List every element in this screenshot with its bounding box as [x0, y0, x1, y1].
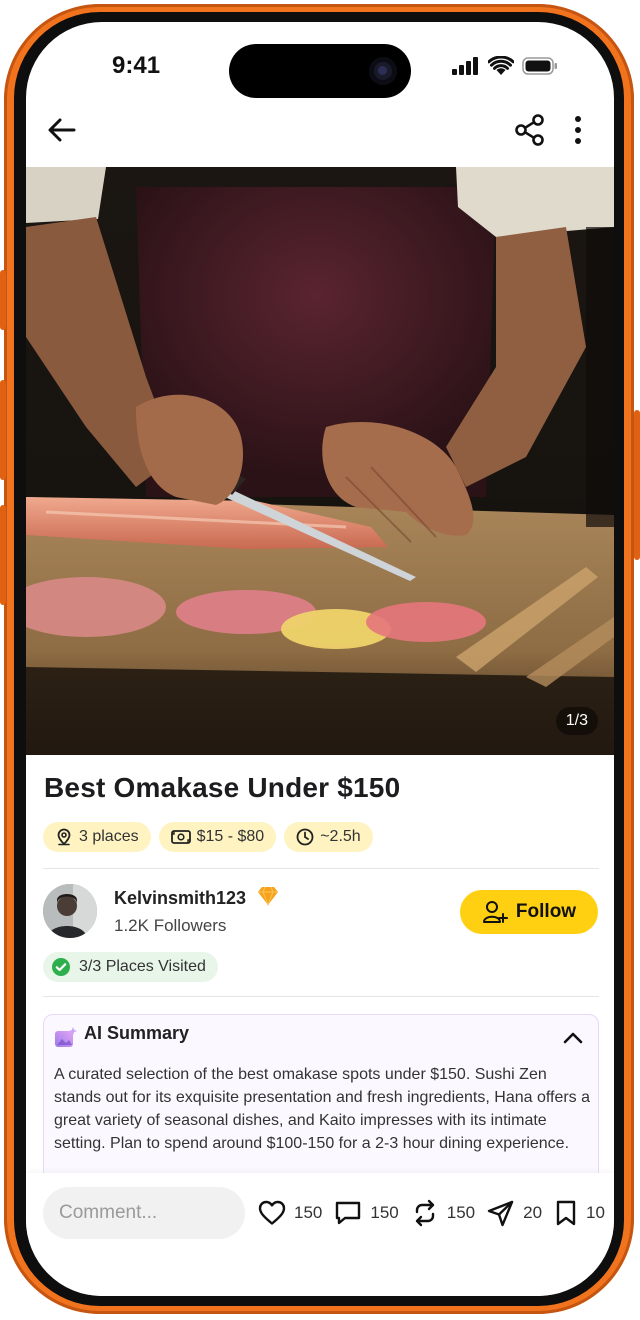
share-count: 20: [523, 1203, 543, 1222]
comment-icon: [336, 1201, 361, 1225]
chevron-up-icon: [563, 1032, 583, 1044]
more-vertical-icon: [575, 116, 581, 144]
like-count: 150: [294, 1203, 323, 1222]
repost-icon: [415, 1199, 434, 1227]
clock-icon: [296, 828, 314, 846]
back-button[interactable]: [42, 110, 82, 150]
dynamic-island: [229, 44, 411, 98]
app-screen: 9:41 1/3 Best Omakase Under $150 3 place…: [26, 22, 614, 1296]
money-icon: [170, 830, 191, 844]
heart-icon: [258, 1200, 286, 1225]
comment-count: 150: [370, 1203, 399, 1222]
comment-button[interactable]: 150: [334, 1200, 399, 1226]
repost-count: 150: [446, 1203, 476, 1222]
send-button[interactable]: 20: [487, 1199, 542, 1227]
volume-down-button: [0, 505, 6, 605]
like-button[interactable]: 150: [258, 1200, 322, 1226]
comment-box[interactable]: [43, 1187, 245, 1239]
price-chip-label: $15 - $80: [196, 828, 265, 845]
post-title: Best Omakase Under $150: [44, 772, 401, 803]
repost-button[interactable]: 150: [411, 1199, 475, 1227]
author-username-row[interactable]: Kelvinsmith123: [114, 886, 279, 909]
divider: [43, 868, 599, 869]
diamond-icon: [258, 886, 279, 907]
author-username[interactable]: Kelvinsmith123: [114, 888, 246, 908]
cellular-signal-icon: [452, 57, 478, 75]
avatar[interactable]: [43, 884, 97, 938]
arrow-left-icon: [48, 118, 76, 142]
ai-sparkle-image-icon: [55, 1027, 77, 1047]
add-user-icon: [482, 901, 508, 923]
bookmark-icon: [556, 1200, 576, 1226]
save-count: 10: [586, 1203, 605, 1222]
follow-button-label: Follow: [515, 901, 577, 922]
ai-summary-title: AI Summary: [84, 1023, 190, 1043]
location-pin-icon: [57, 828, 71, 846]
share-icon: [515, 114, 544, 146]
visited-badge: 3/3 Places Visited: [43, 952, 218, 982]
collapse-button[interactable]: [558, 1023, 588, 1053]
ai-summary-text: A curated selection of the best omakase …: [54, 1066, 591, 1152]
bottom-bar: 150 150 150 20: [26, 1173, 614, 1296]
battery-icon: [522, 57, 557, 75]
price-chip: $15 - $80: [158, 822, 277, 852]
visited-label: 3/3 Places Visited: [79, 958, 206, 975]
divider: [43, 996, 599, 997]
chef-slicing-fish-photo: [26, 167, 614, 755]
post-meta-chips: 3 places $15 - $80 ~2.5h: [43, 822, 373, 852]
wifi-icon: [488, 56, 514, 75]
more-button[interactable]: [564, 110, 592, 150]
share-button[interactable]: [508, 110, 552, 150]
power-button: [634, 410, 640, 560]
action-button: [0, 270, 6, 330]
comment-input[interactable]: [43, 1187, 245, 1239]
author-followers: 1.2K Followers: [114, 916, 227, 935]
status-icons: [452, 56, 558, 76]
send-icon: [487, 1200, 514, 1227]
image-counter: 1/3: [555, 707, 598, 735]
duration-chip: ~2.5h: [284, 822, 373, 852]
action-buttons: 150 150 150 20 10: [258, 1199, 614, 1227]
bookmark-button[interactable]: 10: [554, 1199, 605, 1227]
front-camera: [369, 57, 397, 85]
duration-chip-label: ~2.5h: [320, 828, 361, 845]
check-circle-icon: [52, 958, 70, 976]
places-chip-label: 3 places: [79, 828, 139, 845]
volume-up-button: [0, 380, 6, 480]
follow-button[interactable]: Follow: [460, 890, 598, 934]
status-time: 9:41: [112, 52, 161, 79]
places-chip: 3 places: [43, 822, 151, 852]
hero-image[interactable]: 1/3: [26, 167, 614, 755]
user-photo: [43, 884, 97, 938]
